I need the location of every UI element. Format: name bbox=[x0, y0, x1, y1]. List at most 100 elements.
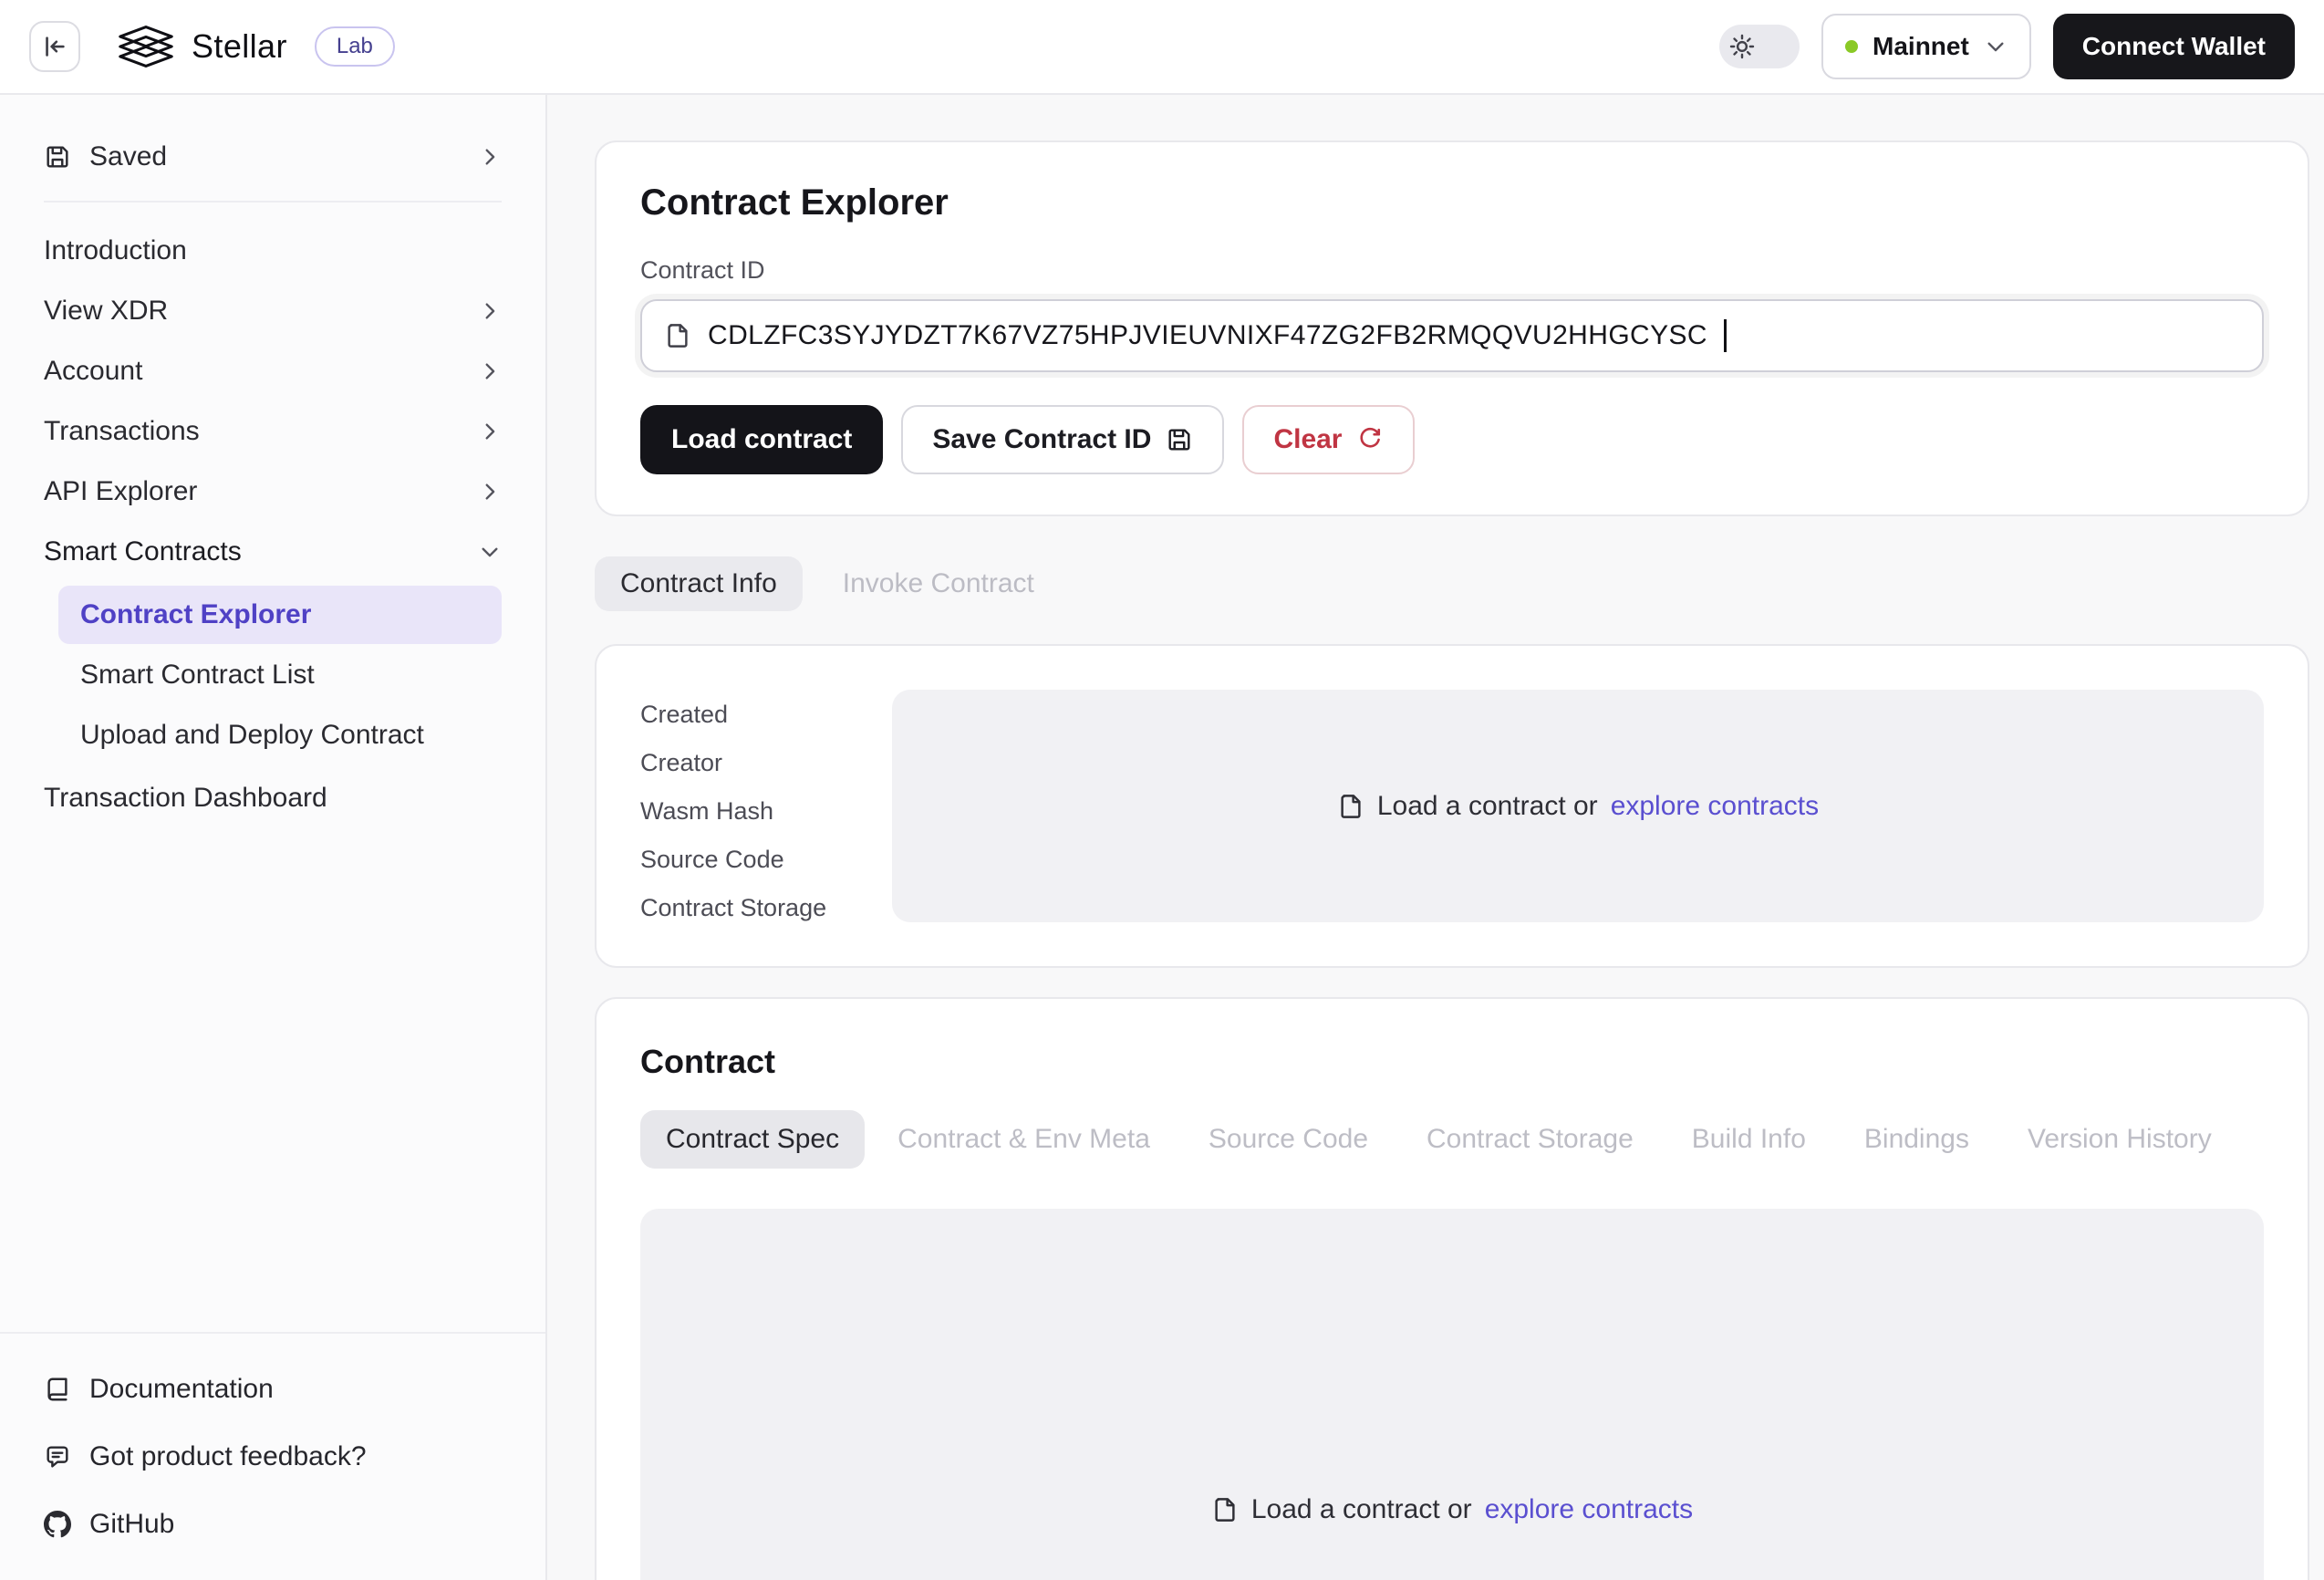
contract-id-label: Contract ID bbox=[640, 256, 2264, 285]
tab-invoke-contract[interactable]: Invoke Contract bbox=[817, 556, 1060, 611]
contract-card-title: Contract bbox=[640, 1043, 2264, 1081]
app-shell: Saved Introduction View XDR Account Tran… bbox=[0, 95, 2324, 1580]
sidebar-nav: Saved Introduction View XDR Account Tran… bbox=[0, 95, 545, 1332]
chevron-right-icon bbox=[478, 420, 502, 443]
sidebar-item-label: Saved bbox=[89, 141, 167, 172]
chevron-down-icon bbox=[1984, 35, 2008, 58]
sidebar-item-label: Transaction Dashboard bbox=[44, 783, 327, 814]
connect-wallet-button[interactable]: Connect Wallet bbox=[2053, 14, 2295, 79]
contract-explorer-card: Contract Explorer Contract ID CDLZFC3SYJ… bbox=[595, 140, 2309, 516]
sidebar-item-github[interactable]: GitHub bbox=[44, 1491, 502, 1558]
save-icon bbox=[1166, 426, 1193, 453]
sidebar-item-smart-contracts[interactable]: Smart Contracts bbox=[44, 522, 502, 582]
field-label-creator: Creator bbox=[640, 749, 877, 777]
network-selector[interactable]: Mainnet bbox=[1821, 14, 2031, 79]
sidebar: Saved Introduction View XDR Account Tran… bbox=[0, 95, 547, 1580]
lab-badge: Lab bbox=[315, 26, 395, 67]
sidebar-item-label: API Explorer bbox=[44, 476, 197, 507]
sidebar-divider bbox=[44, 201, 502, 203]
sidebar-item-label: Introduction bbox=[44, 235, 187, 266]
text-caret bbox=[1724, 319, 1727, 352]
network-label: Mainnet bbox=[1873, 32, 1969, 61]
clear-button[interactable]: Clear bbox=[1242, 405, 1415, 474]
book-icon bbox=[44, 1376, 71, 1403]
sidebar-item-smart-contract-list[interactable]: Smart Contract List bbox=[58, 646, 502, 704]
sidebar-item-introduction[interactable]: Introduction bbox=[44, 221, 502, 281]
stellar-lab-app: Stellar Lab Mainnet Connect Wallet Sav bbox=[0, 0, 2324, 1580]
tab-source-code[interactable]: Source Code bbox=[1183, 1110, 1394, 1169]
sidebar-item-transaction-dashboard[interactable]: Transaction Dashboard bbox=[44, 768, 502, 828]
sidebar-item-label: Transactions bbox=[44, 416, 200, 447]
sidebar-item-label: Account bbox=[44, 356, 142, 387]
save-contract-id-button[interactable]: Save Contract ID bbox=[901, 405, 1224, 474]
sidebar-item-upload-and-deploy-contract[interactable]: Upload and Deploy Contract bbox=[58, 706, 502, 764]
sidebar-item-label: Documentation bbox=[89, 1374, 274, 1405]
save-icon bbox=[44, 143, 71, 171]
chevron-right-icon bbox=[478, 299, 502, 323]
contract-icon bbox=[1211, 1496, 1239, 1523]
page-title: Contract Explorer bbox=[640, 182, 2264, 223]
contract-id-input[interactable]: CDLZFC3SYJYDZT7K67VZ75HPJVIEUVNIXF47ZG2F… bbox=[640, 299, 2264, 372]
sidebar-item-contract-explorer[interactable]: Contract Explorer bbox=[58, 586, 502, 644]
contract-card: Contract Contract Spec Contract & Env Me… bbox=[595, 997, 2309, 1580]
tab-contract-storage[interactable]: Contract Storage bbox=[1401, 1110, 1659, 1169]
network-status-dot bbox=[1845, 40, 1858, 53]
save-contract-id-label: Save Contract ID bbox=[932, 424, 1151, 455]
tab-contract-env-meta[interactable]: Contract & Env Meta bbox=[872, 1110, 1176, 1169]
explore-contracts-link[interactable]: explore contracts bbox=[1611, 791, 1819, 822]
sidebar-item-label: Smart Contract List bbox=[80, 660, 315, 691]
chevron-right-icon bbox=[478, 480, 502, 504]
brand: Stellar Lab bbox=[117, 24, 395, 69]
sidebar-item-label: Contract Explorer bbox=[80, 599, 311, 630]
contract-info-card: Created Creator Wasm Hash Source Code Co… bbox=[595, 644, 2309, 968]
header-actions: Mainnet Connect Wallet bbox=[1719, 14, 2295, 79]
contract-info-empty-state: Load a contract or explore contracts bbox=[892, 690, 2264, 922]
clear-label: Clear bbox=[1273, 424, 1342, 455]
connect-wallet-label: Connect Wallet bbox=[2082, 32, 2266, 61]
sidebar-item-transactions[interactable]: Transactions bbox=[44, 401, 502, 462]
main-content: Contract Explorer Contract ID CDLZFC3SYJ… bbox=[547, 95, 2324, 1580]
sidebar-item-api-explorer[interactable]: API Explorer bbox=[44, 462, 502, 522]
sidebar-item-documentation[interactable]: Documentation bbox=[44, 1356, 502, 1423]
sidebar-item-label: View XDR bbox=[44, 296, 168, 327]
collapse-sidebar-button[interactable] bbox=[29, 21, 80, 72]
tab-contract-spec[interactable]: Contract Spec bbox=[640, 1110, 865, 1169]
collapse-sidebar-icon bbox=[41, 33, 68, 60]
sidebar-item-label: Got product feedback? bbox=[89, 1441, 367, 1472]
field-label-contract-storage: Contract Storage bbox=[640, 894, 877, 922]
contract-info-fields: Created Creator Wasm Hash Source Code Co… bbox=[640, 690, 877, 922]
contract-id-value: CDLZFC3SYJYDZT7K67VZ75HPJVIEUVNIXF47ZG2F… bbox=[708, 320, 1707, 351]
brand-name: Stellar bbox=[192, 27, 287, 66]
explorer-actions: Load contract Save Contract ID Clear bbox=[640, 405, 2264, 474]
sidebar-item-label: Upload and Deploy Contract bbox=[80, 720, 424, 751]
chevron-down-icon bbox=[478, 540, 502, 564]
sidebar-item-saved[interactable]: Saved bbox=[44, 120, 502, 193]
sidebar-item-label: GitHub bbox=[89, 1509, 174, 1540]
contract-tabs: Contract Spec Contract & Env Meta Source… bbox=[640, 1110, 2264, 1169]
stellar-logo-icon bbox=[117, 24, 175, 69]
sidebar-item-view-xdr[interactable]: View XDR bbox=[44, 281, 502, 341]
view-tabs: Contract Info Invoke Contract bbox=[595, 556, 2309, 611]
empty-state-text: Load a contract or bbox=[1251, 1494, 1472, 1525]
smart-contracts-submenu: Contract Explorer Smart Contract List Up… bbox=[58, 586, 502, 764]
chevron-right-icon bbox=[478, 359, 502, 383]
field-label-created: Created bbox=[640, 701, 877, 729]
sidebar-footer: Documentation Got product feedback? GitH… bbox=[0, 1332, 545, 1580]
contract-icon bbox=[664, 322, 691, 349]
sidebar-item-account[interactable]: Account bbox=[44, 341, 502, 401]
load-contract-label: Load contract bbox=[671, 424, 852, 455]
explore-contracts-link[interactable]: explore contracts bbox=[1485, 1494, 1693, 1525]
sun-icon bbox=[1728, 33, 1756, 60]
sidebar-item-feedback[interactable]: Got product feedback? bbox=[44, 1423, 502, 1491]
empty-state-text: Load a contract or bbox=[1377, 791, 1598, 822]
field-label-wasm-hash: Wasm Hash bbox=[640, 797, 877, 826]
sidebar-item-label: Smart Contracts bbox=[44, 536, 242, 567]
tab-build-info[interactable]: Build Info bbox=[1666, 1110, 1831, 1169]
contract-spec-empty-state: Load a contract or explore contracts bbox=[640, 1209, 2264, 1580]
tab-contract-info[interactable]: Contract Info bbox=[595, 556, 803, 611]
theme-toggle[interactable] bbox=[1719, 25, 1800, 68]
load-contract-button[interactable]: Load contract bbox=[640, 405, 883, 474]
tab-version-history[interactable]: Version History bbox=[2002, 1110, 2237, 1169]
tab-bindings[interactable]: Bindings bbox=[1839, 1110, 1995, 1169]
contract-icon bbox=[1337, 793, 1364, 820]
